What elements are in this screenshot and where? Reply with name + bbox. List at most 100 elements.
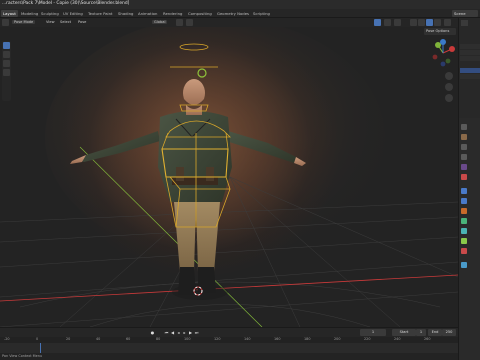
particles-icon[interactable]	[461, 208, 467, 214]
ruler-tick: 160	[274, 337, 281, 341]
pose-menu[interactable]: Pose	[78, 20, 86, 24]
texture-props-icon[interactable]	[461, 262, 467, 268]
zoom-icon[interactable]	[445, 72, 453, 80]
ruler-tick: 260	[424, 337, 431, 341]
move-icon[interactable]	[3, 51, 10, 58]
play-reverse-icon[interactable]: ◂	[176, 330, 181, 335]
filter-icon[interactable]	[461, 20, 468, 26]
tab-layout[interactable]: Layout	[1, 10, 18, 17]
next-keyframe-icon[interactable]: ▶	[188, 330, 193, 335]
ruler-tick: 60	[126, 337, 131, 341]
gizmo-z	[440, 39, 446, 45]
ruler-tick: 200	[334, 337, 341, 341]
tab-scripting[interactable]: Scripting	[251, 10, 272, 17]
material-icon[interactable]	[461, 248, 467, 254]
end-frame-label[interactable]: End	[428, 329, 442, 336]
frame-ruler[interactable]: -20 0 20 40 60 80 100 120 140 160 180 20…	[0, 337, 458, 343]
ruler-tick: 220	[364, 337, 371, 341]
pose-options-button[interactable]: Pose Options	[424, 28, 456, 35]
playback-controls: ● ⏮ ◀ ◂ ▸ ▶ ⏭ 1 Start 1 End 250	[0, 328, 458, 337]
view-layer-props-icon[interactable]	[461, 154, 467, 160]
viewport-canvas[interactable]	[0, 27, 458, 327]
ruler-tick: 0	[36, 337, 39, 341]
record-icon[interactable]: ●	[150, 330, 155, 335]
ruler-tick: 180	[304, 337, 311, 341]
wrench-icon[interactable]	[461, 198, 467, 204]
status-bar: Pan View Context Menu	[0, 353, 458, 360]
tab-uv-editing[interactable]: UV Editing	[61, 10, 85, 17]
toolbar	[2, 41, 11, 101]
mode-selector[interactable]: Pose Mode	[12, 20, 36, 24]
scene-selector[interactable]: Scene	[452, 10, 478, 17]
start-frame-label[interactable]: Start	[392, 329, 416, 336]
outliner-row[interactable]	[460, 56, 480, 61]
ruler-tick: 20	[66, 337, 71, 341]
camera-icon[interactable]	[445, 94, 453, 102]
cursor-icon[interactable]	[3, 42, 10, 49]
overlay-toggle-icon[interactable]	[394, 19, 401, 26]
play-icon[interactable]: ▸	[182, 330, 187, 335]
navigation-gizmo[interactable]	[430, 39, 456, 67]
tab-sculpting[interactable]: Sculpting	[39, 10, 61, 17]
render-props-icon[interactable]	[461, 134, 467, 140]
snap-icon[interactable]	[186, 19, 193, 26]
shading-options-icon[interactable]	[444, 19, 451, 26]
select-menu[interactable]: Select	[60, 20, 71, 24]
ruler-tick: 240	[394, 337, 401, 341]
tool-props-icon[interactable]	[461, 124, 467, 130]
tab-shading[interactable]: Shading	[116, 10, 135, 17]
viewport-header: Pose Mode View Select Pose Global	[0, 18, 458, 27]
ruler-tick: 100	[184, 337, 191, 341]
tab-rendering[interactable]: Rendering	[161, 10, 184, 17]
pose-options-label: Pose Options	[426, 29, 450, 33]
gizmo-toggle-icon[interactable]	[384, 19, 391, 26]
ruler-tick: 140	[244, 337, 251, 341]
output-props-icon[interactable]	[461, 144, 467, 150]
properties-panel	[458, 118, 480, 360]
outliner-panel	[458, 18, 480, 118]
eye-icon[interactable]	[374, 19, 381, 26]
end-frame-field[interactable]: 250	[442, 329, 456, 336]
editor-type-button[interactable]	[2, 19, 9, 26]
scene-label: Scene	[454, 11, 466, 16]
object-props-icon[interactable]	[461, 188, 467, 194]
ruler-tick: -20	[4, 337, 10, 341]
tab-compositing[interactable]: Compositing	[186, 10, 214, 17]
hand-icon[interactable]	[445, 83, 453, 91]
prev-keyframe-icon[interactable]: ◀	[170, 330, 175, 335]
tab-animation[interactable]: Animation	[136, 10, 159, 17]
view-menu[interactable]: View	[46, 20, 55, 24]
window-title: ...racters\Pack 7\Model - Copie (30)\Sou…	[2, 1, 130, 6]
pivot-icon[interactable]	[176, 19, 183, 26]
jump-end-icon[interactable]: ⏭	[194, 330, 199, 335]
start-frame-field[interactable]: 1	[416, 329, 426, 336]
ruler-tick: 80	[156, 337, 161, 341]
outliner-row[interactable]	[460, 44, 480, 49]
shading-material-icon[interactable]	[426, 19, 433, 26]
shading-rendered-icon[interactable]	[434, 19, 441, 26]
gizmo-x	[449, 46, 455, 52]
ruler-tick: 120	[214, 337, 221, 341]
gizmo-y	[435, 42, 441, 48]
outliner-row-selected[interactable]	[460, 68, 480, 73]
transform-orientation[interactable]: Global	[152, 20, 168, 24]
scale-icon[interactable]	[3, 69, 10, 76]
outliner-row[interactable]	[460, 74, 480, 79]
tab-texture-paint[interactable]: Texture Paint	[86, 10, 115, 17]
workspace-tab-bar: Layout Modeling Sculpting UV Editing Tex…	[0, 9, 480, 18]
constraint-icon[interactable]	[461, 228, 467, 234]
window-title-bar: ...racters\Pack 7\Model - Copie (30)\Sou…	[0, 0, 480, 9]
outliner-row[interactable]	[460, 50, 480, 55]
world-props-icon[interactable]	[461, 174, 467, 180]
3d-viewport[interactable]	[0, 27, 458, 327]
tab-geometry-nodes[interactable]: Geometry Nodes	[215, 10, 251, 17]
rotate-icon[interactable]	[3, 60, 10, 67]
data-props-icon[interactable]	[461, 238, 467, 244]
shading-solid-icon[interactable]	[418, 19, 425, 26]
tab-modeling[interactable]: Modeling	[19, 10, 40, 17]
bone-icon[interactable]	[461, 218, 467, 224]
scene-props-icon[interactable]	[461, 164, 467, 170]
shading-wire-icon[interactable]	[410, 19, 417, 26]
jump-start-icon[interactable]: ⏮	[164, 330, 169, 335]
current-frame-field[interactable]: 1	[360, 329, 386, 336]
